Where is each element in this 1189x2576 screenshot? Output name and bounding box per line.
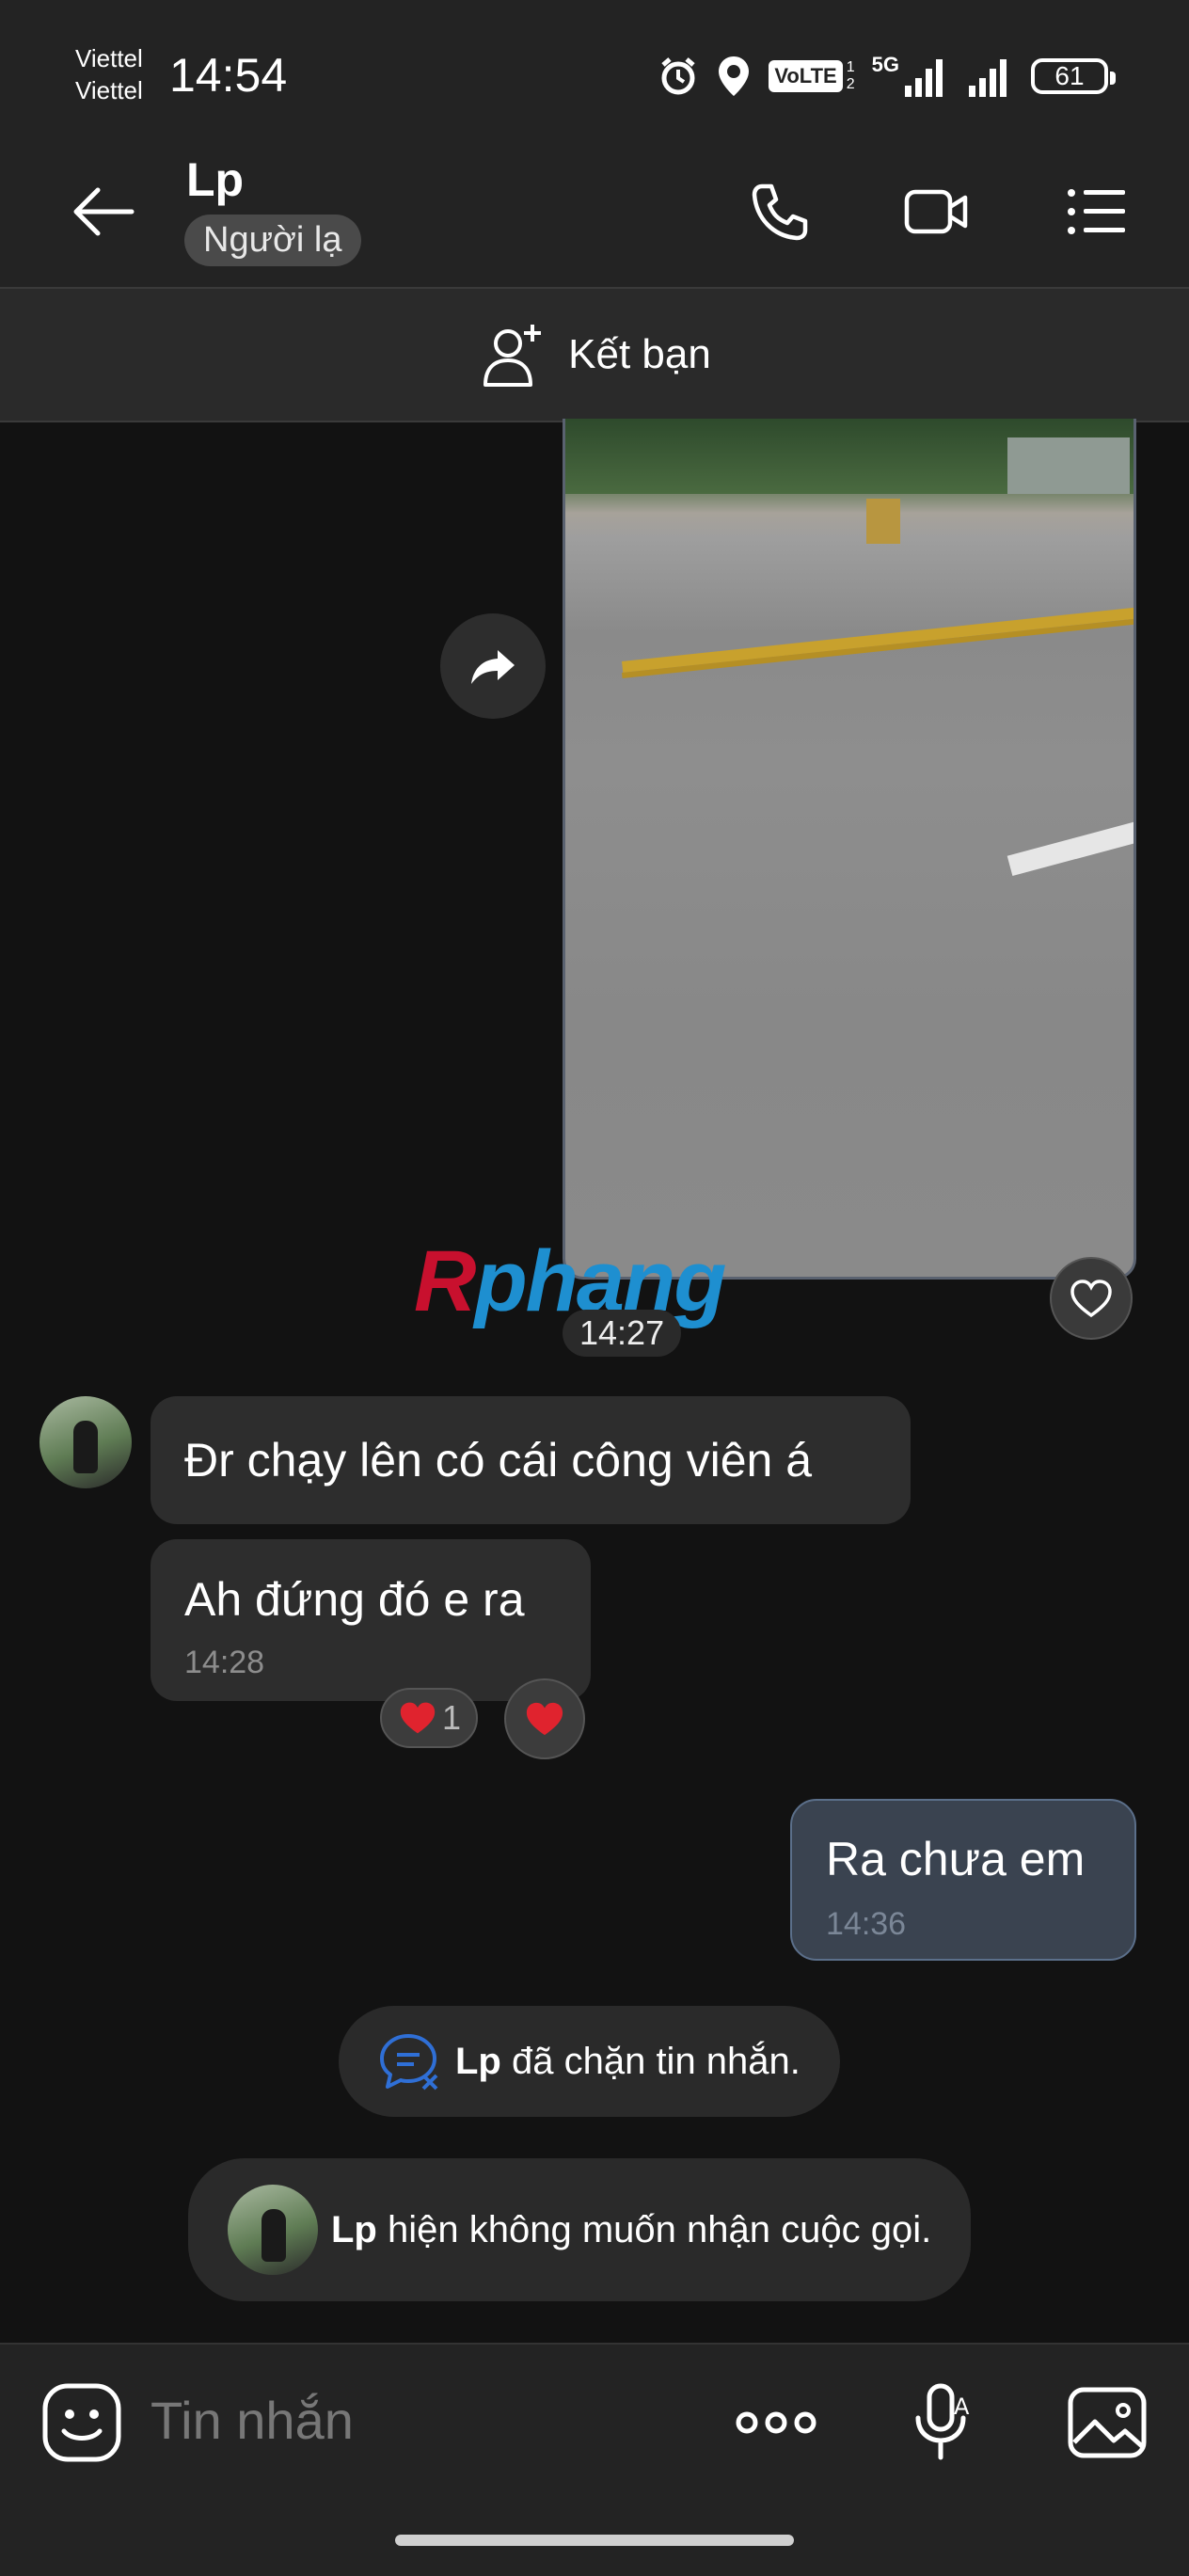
volte-badge: VoLTE — [769, 60, 843, 92]
message-text: Ah đứng đó e ra — [184, 1573, 525, 1626]
message-bubble-in[interactable]: Đr chạy lên có cái công viên á — [151, 1396, 911, 1524]
heart-outline-icon — [1070, 1280, 1112, 1318]
share-arrow-icon — [471, 650, 515, 684]
sim-number-1: 1 — [846, 59, 855, 75]
carrier-1: Viettel — [75, 44, 143, 72]
notice-name: Lp — [455, 2040, 501, 2082]
menu-list-icon[interactable] — [1063, 179, 1129, 245]
heart-filled-icon — [400, 1702, 436, 1734]
back-arrow-icon[interactable] — [70, 179, 135, 245]
contact-name[interactable]: Lp — [186, 152, 244, 207]
notice-text: hiện không muốn nhận cuộc gọi. — [376, 2208, 932, 2250]
video-call-icon[interactable] — [903, 179, 969, 245]
blocked-message-icon — [380, 2034, 438, 2091]
video-road-line — [622, 602, 1134, 673]
notice-text: đã chặn tin nhắn. — [500, 2040, 801, 2082]
alarm-icon — [661, 57, 695, 95]
image-icon[interactable] — [1065, 2380, 1149, 2465]
carrier-2: Viettel — [75, 76, 143, 104]
notice-name: Lp — [331, 2208, 377, 2250]
add-reaction-button[interactable] — [504, 1678, 585, 1759]
share-button[interactable] — [440, 613, 546, 719]
phone-icon[interactable] — [747, 179, 813, 245]
network-type: 5G — [871, 53, 899, 76]
reaction-count-chip[interactable]: 1 — [380, 1688, 478, 1748]
message-time: 14:28 — [184, 1645, 265, 1680]
like-heart-button[interactable] — [1050, 1257, 1133, 1340]
sim-numbers: 1 2 — [847, 59, 855, 93]
message-bubble-out[interactable]: Ra chưa em 14:36 — [790, 1799, 1136, 1961]
reaction-count: 1 — [441, 1698, 462, 1737]
contact-avatar-small — [228, 2185, 318, 2275]
chat-header — [0, 141, 1189, 287]
system-notice-blocked: Lp đã chặn tin nhắn. — [339, 2006, 840, 2117]
battery-icon: 61 — [1031, 58, 1116, 94]
message-text: Ra chưa em — [826, 1833, 1086, 1885]
video-message[interactable] — [563, 419, 1136, 1280]
voice-icon[interactable]: A — [901, 2380, 986, 2465]
svg-text:A: A — [954, 2393, 970, 2420]
sticker-icon[interactable] — [40, 2380, 124, 2465]
message-text: Đr chạy lên có cái công viên á — [184, 1434, 813, 1487]
message-time: 14:36 — [826, 1906, 907, 1942]
video-time: 14:27 — [563, 1310, 682, 1357]
signal-icon — [905, 59, 943, 97]
contact-avatar[interactable] — [40, 1396, 132, 1488]
message-input[interactable]: Tin nhắn — [151, 2390, 354, 2451]
system-notice-calls: Lp hiện không muốn nhận cuộc gọi. — [188, 2158, 972, 2301]
stranger-badge: Người lạ — [184, 215, 361, 266]
sim-number-2: 2 — [846, 76, 855, 92]
signal-icon-2 — [969, 59, 1007, 97]
more-icon[interactable] — [734, 2380, 818, 2465]
message-bubble-in[interactable]: Ah đứng đó e ra 14:28 — [151, 1539, 591, 1701]
heart-filled-icon — [526, 1702, 563, 1736]
carrier-labels: Viettel Viettel — [75, 42, 143, 106]
watermark-r: R — [414, 1233, 476, 1329]
status-icons: VoLTE 1 2 5G 61 — [658, 53, 1116, 100]
location-icon — [719, 56, 750, 96]
add-friend-icon — [484, 325, 542, 387]
home-indicator[interactable] — [395, 2535, 794, 2546]
add-friend-label: Kết bạn — [568, 331, 711, 377]
add-friend-bar[interactable]: Kết bạn — [0, 287, 1189, 422]
video-building — [1007, 437, 1130, 494]
status-time: 14:54 — [169, 49, 288, 102]
video-bin — [866, 499, 900, 544]
video-road-mark — [1007, 819, 1134, 877]
